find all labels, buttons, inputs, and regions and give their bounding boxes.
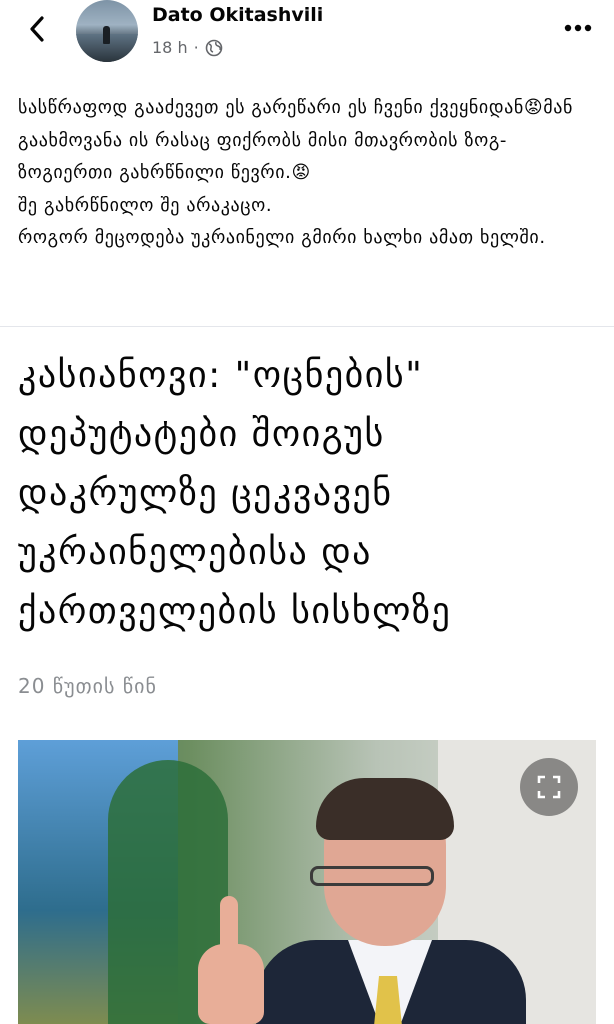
post-text: სასწრაფოდ გააძევეთ ეს გარეწარი ეს ჩვენი … (18, 97, 574, 248)
post-meta: 18 h · (152, 38, 223, 57)
author-name[interactable]: Dato Okitashvili (152, 4, 323, 26)
article-image[interactable] (18, 740, 596, 1024)
post-header: Dato Okitashvili 18 h · (0, 0, 614, 72)
article-time: 20 წუთის წინ (18, 674, 157, 698)
back-button[interactable] (22, 12, 52, 46)
more-horizontal-icon (564, 24, 592, 32)
divider (0, 326, 614, 327)
post-timestamp[interactable]: 18 h (152, 38, 188, 57)
article-headline[interactable]: კასიანოვი: "ოცნების" დეპუტატები შოიგუს დ… (18, 346, 608, 641)
expand-button[interactable] (520, 758, 578, 816)
meta-separator: · (193, 38, 199, 57)
expand-icon (537, 775, 561, 799)
avatar[interactable] (76, 0, 138, 62)
globe-icon[interactable] (205, 39, 223, 57)
more-options-button[interactable] (558, 14, 598, 42)
chevron-left-icon (28, 15, 46, 43)
